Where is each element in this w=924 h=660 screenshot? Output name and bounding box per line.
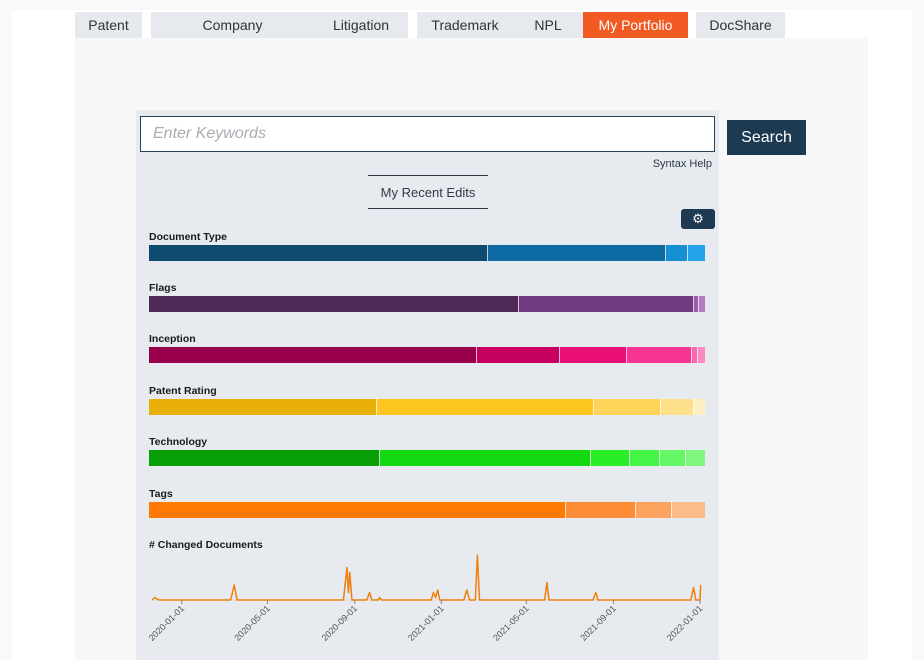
facet-segment[interactable] bbox=[149, 296, 519, 312]
changed-documents-line bbox=[151, 554, 702, 601]
facet-segment[interactable] bbox=[149, 399, 377, 415]
x-tick-label: 2021-05-01 bbox=[491, 603, 531, 643]
facet-segment[interactable] bbox=[379, 450, 591, 466]
facet-segment[interactable] bbox=[660, 399, 694, 415]
facet-segment[interactable] bbox=[671, 502, 705, 518]
facet-bar-tags bbox=[149, 502, 705, 518]
facet-segment[interactable] bbox=[376, 399, 594, 415]
facet-segment[interactable] bbox=[560, 347, 628, 363]
changed-documents-chart: 2020-01-01 2020-05-01 2020-09-01 2021-01-01… bbox=[147, 554, 705, 643]
facet-label-technology: Technology bbox=[149, 436, 208, 448]
facet-bar-flags bbox=[149, 296, 705, 312]
facet-segment[interactable] bbox=[666, 245, 689, 261]
tab-npl[interactable]: NPL bbox=[513, 12, 583, 38]
facet-label-patent-rating: Patent Rating bbox=[149, 385, 217, 397]
facet-segment[interactable] bbox=[149, 347, 478, 363]
tab-my-portfolio[interactable]: My Portfolio bbox=[583, 12, 688, 38]
facet-segment[interactable] bbox=[518, 296, 694, 312]
x-tick-label: 2021-09-01 bbox=[578, 603, 618, 643]
main-tabs: Patent Company Litigation Trademark NPL … bbox=[75, 12, 868, 39]
tab-patent[interactable]: Patent bbox=[75, 12, 142, 38]
facet-segment[interactable] bbox=[149, 502, 566, 518]
gear-icon: ⚙ bbox=[692, 211, 704, 226]
search-button[interactable]: Search bbox=[727, 120, 806, 155]
facet-segment[interactable] bbox=[685, 450, 705, 466]
facet-segment[interactable] bbox=[698, 347, 705, 363]
x-tick-label: 2021-01-01 bbox=[406, 603, 446, 643]
tab-docshare[interactable]: DocShare bbox=[696, 12, 785, 38]
facet-segment[interactable] bbox=[591, 450, 630, 466]
x-tick-label: 2022-01-01 bbox=[665, 603, 705, 643]
facet-bar-inception bbox=[149, 347, 705, 363]
facet-segment[interactable] bbox=[566, 502, 636, 518]
syntax-help-link[interactable]: Syntax Help bbox=[653, 158, 712, 170]
facet-segment[interactable] bbox=[629, 450, 661, 466]
facet-segment[interactable] bbox=[149, 450, 380, 466]
facet-segment[interactable] bbox=[149, 245, 489, 261]
facet-label-tags: Tags bbox=[149, 488, 173, 500]
facet-segment[interactable] bbox=[691, 347, 699, 363]
facet-segment[interactable] bbox=[635, 502, 672, 518]
my-recent-edits-button[interactable]: My Recent Edits bbox=[368, 175, 488, 209]
facet-segment[interactable] bbox=[627, 347, 692, 363]
tab-litigation[interactable]: Litigation bbox=[314, 12, 408, 38]
x-tick-label: 2020-01-01 bbox=[147, 603, 187, 643]
facet-label-document-type: Document Type bbox=[149, 231, 227, 243]
facet-segment[interactable] bbox=[488, 245, 667, 261]
facet-label-flags: Flags bbox=[149, 282, 177, 294]
x-tick-label: 2020-05-01 bbox=[232, 603, 272, 643]
tab-trademark[interactable]: Trademark bbox=[417, 12, 513, 38]
facet-bar-document-type bbox=[149, 245, 705, 261]
facet-segment[interactable] bbox=[477, 347, 561, 363]
facet-bar-technology bbox=[149, 450, 705, 466]
facet-segment[interactable] bbox=[688, 245, 705, 261]
keyword-search-input[interactable] bbox=[140, 116, 715, 152]
x-tick-label: 2020-09-01 bbox=[320, 603, 360, 643]
facet-bar-patent-rating bbox=[149, 399, 705, 415]
settings-button[interactable]: ⚙ bbox=[681, 209, 715, 229]
facet-label-inception: Inception bbox=[149, 333, 196, 345]
facet-segment[interactable] bbox=[593, 399, 661, 415]
tab-company[interactable]: Company bbox=[151, 12, 314, 38]
facet-segment[interactable] bbox=[693, 399, 705, 415]
facet-segment[interactable] bbox=[660, 450, 686, 466]
facet-segment[interactable] bbox=[699, 296, 705, 312]
